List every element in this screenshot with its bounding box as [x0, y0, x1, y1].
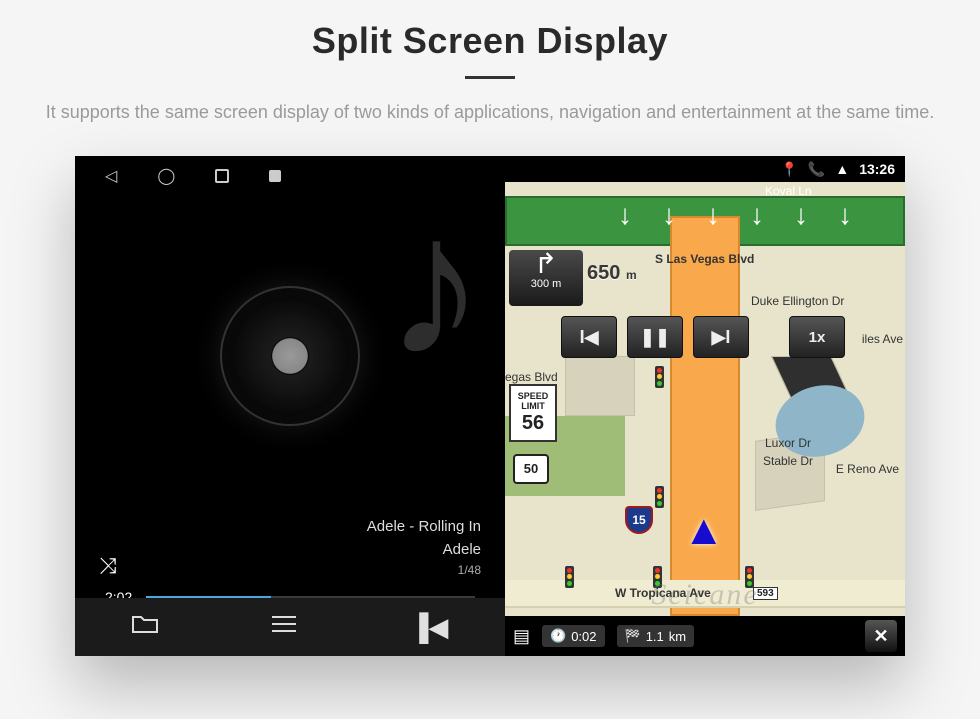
- track-meta: Adele - Rolling In Adele 1/48: [367, 516, 481, 579]
- status-time: 13:26: [859, 161, 895, 177]
- title-underline: [465, 76, 515, 79]
- sim-prev-button[interactable]: I◀: [561, 316, 617, 358]
- traffic-light-icon: [653, 566, 662, 588]
- device-screen: ◁ ◯ ♪ ⤨ Adele - Rolling In Adele 1/48 2:…: [75, 156, 905, 656]
- status-bar: 📍 📞 ▲ 13:26: [505, 156, 905, 182]
- vinyl-record: [220, 286, 360, 426]
- sim-next-button[interactable]: ▶I: [693, 316, 749, 358]
- music-pane: ◁ ◯ ♪ ⤨ Adele - Rolling In Adele 1/48 2:…: [75, 156, 505, 656]
- route-shield: 50: [513, 454, 549, 484]
- track-title: Adele - Rolling In: [367, 516, 481, 539]
- folder-icon[interactable]: [132, 614, 158, 640]
- turn-left-icon: ↰: [534, 250, 557, 278]
- lane-arrow-icon: ↓: [662, 199, 676, 231]
- recents-icon[interactable]: [215, 169, 229, 183]
- street-label: Duke Ellington Dr: [751, 294, 844, 308]
- clock-icon: 🕐: [550, 628, 566, 644]
- music-note-icon: ♪: [385, 186, 485, 386]
- street-label: Luxor Dr: [765, 436, 811, 450]
- sim-playback-row: I◀ ❚❚ ▶I 1x: [561, 316, 889, 358]
- map-background[interactable]: ↓ ↓ ↓ ↓ ↓ ↓ S Las Vegas Blvd Koval Ln eg…: [505, 156, 905, 656]
- route-time: 0:02: [571, 629, 596, 644]
- exit-number-tag: 593: [753, 587, 778, 600]
- page-title: Split Screen Display: [40, 20, 940, 62]
- wifi-icon: ▲: [835, 161, 849, 177]
- screenshot-icon[interactable]: [269, 170, 281, 182]
- lane-arrow-icon: ↓: [838, 199, 852, 231]
- vehicle-position-icon: ▲: [683, 506, 725, 554]
- location-icon: 📍: [780, 161, 797, 178]
- turn-distance-unit: m: [552, 278, 561, 290]
- menu-icon[interactable]: ▤: [513, 626, 530, 647]
- shuffle-icon[interactable]: ⤨: [99, 553, 117, 579]
- building: [565, 356, 635, 416]
- navigation-pane: ↓ ↓ ↓ ↓ ↓ ↓ S Las Vegas Blvd Koval Ln eg…: [505, 156, 905, 656]
- nav-bottom-bar: ▤ 🕐 0:02 🏁 1.1 km ✕: [505, 616, 905, 656]
- home-icon[interactable]: ◯: [157, 166, 175, 186]
- lane-arrow-icon: ↓: [618, 199, 632, 231]
- track-index: 1/48: [367, 561, 481, 579]
- playlist-icon[interactable]: [271, 614, 297, 640]
- phone-icon: 📞: [808, 161, 825, 178]
- turn-distance: 300: [531, 278, 549, 290]
- traffic-light-icon: [745, 566, 754, 588]
- traffic-light-icon: [655, 366, 664, 388]
- interstate-shield-icon: 15: [625, 506, 653, 534]
- street-label: egas Blvd: [505, 370, 558, 384]
- route-distance: 1.1: [646, 629, 664, 644]
- street-label: S Las Vegas Blvd: [655, 252, 754, 266]
- lane-arrow-icon: ↓: [706, 199, 720, 231]
- back-icon[interactable]: ◁: [105, 166, 117, 186]
- sim-pause-button[interactable]: ❚❚: [627, 316, 683, 358]
- speed-limit-sign: SPEED LIMIT 56: [509, 384, 557, 442]
- previous-icon[interactable]: ▐◀: [410, 612, 448, 643]
- page-subtitle: It supports the same screen display of t…: [40, 99, 940, 126]
- street-label: E Reno Ave: [836, 462, 899, 476]
- track-artist: Adele: [367, 539, 481, 562]
- route-road: [670, 216, 740, 616]
- lane-arrow-icon: ↓: [750, 199, 764, 231]
- album-art-area: ♪: [75, 196, 505, 516]
- street-label: Koval Ln: [765, 184, 812, 198]
- traffic-light-icon: [655, 486, 664, 508]
- upcoming-turn-box[interactable]: ↰ 300 m: [509, 250, 583, 306]
- street-label: W Tropicana Ave: [615, 586, 711, 600]
- traffic-light-icon: [565, 566, 574, 588]
- sim-speed-button[interactable]: 1x: [789, 316, 845, 358]
- street-label: Stable Dr: [763, 454, 813, 468]
- lane-guidance: ↓ ↓ ↓ ↓ ↓ ↓: [575, 199, 895, 231]
- main-distance: 650 m: [587, 262, 637, 285]
- music-bottom-bar: ▐◀: [75, 598, 505, 656]
- route-distance-chip[interactable]: 🏁 1.1 km: [617, 625, 695, 647]
- route-time-chip[interactable]: 🕐 0:02: [542, 625, 605, 647]
- close-button[interactable]: ✕: [865, 620, 897, 652]
- route-distance-unit: km: [669, 629, 686, 644]
- lane-arrow-icon: ↓: [794, 199, 808, 231]
- flag-icon: 🏁: [625, 628, 641, 644]
